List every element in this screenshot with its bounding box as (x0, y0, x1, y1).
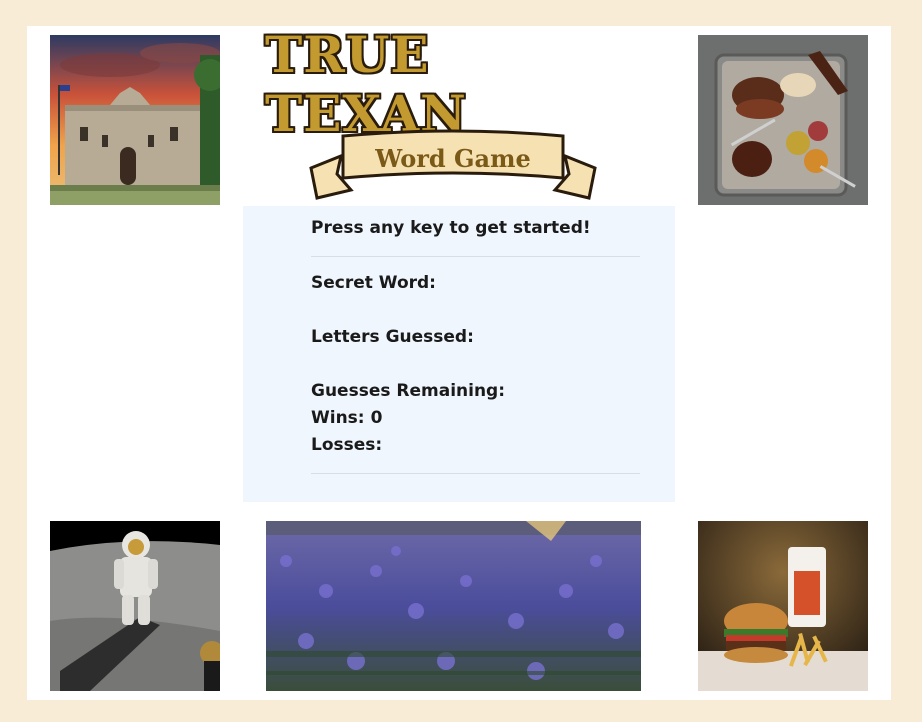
game-panel: Press any key to get started! Secret Wor… (243, 206, 675, 502)
logo-subtitle: Word Game (375, 143, 531, 173)
bluebonnet-field-image (266, 521, 641, 691)
divider (311, 256, 640, 257)
guesses-remaining-label: Guesses Remaining: (311, 381, 506, 401)
true-texan-logo: TRUE TEXAN Word Game (265, 25, 641, 209)
page-container: TRUE TEXAN Word Game Press any key to ge… (27, 25, 891, 700)
bbq-platter-image (698, 35, 868, 205)
burger-and-fries-image (698, 521, 868, 691)
divider (311, 473, 640, 474)
letters-guessed-label: Letters Guessed: (311, 327, 474, 347)
letters-guessed-row: Letters Guessed: (311, 327, 640, 349)
alamo-image (50, 35, 220, 205)
wins-row: Wins: 0 (311, 408, 640, 430)
wins-label: Wins: (311, 408, 365, 428)
losses-label: Losses: (311, 435, 383, 455)
start-prompt: Press any key to get started! (311, 218, 591, 238)
guesses-remaining-row: Guesses Remaining: (311, 381, 640, 403)
secret-word-row: Secret Word: (311, 273, 640, 295)
moon-astronaut-image (50, 521, 220, 691)
logo-title: TRUE TEXAN (265, 25, 467, 143)
secret-word-label: Secret Word: (311, 273, 436, 293)
logo-banner: Word Game (307, 128, 599, 208)
losses-row: Losses: (311, 435, 640, 457)
wins-value: 0 (370, 408, 383, 428)
